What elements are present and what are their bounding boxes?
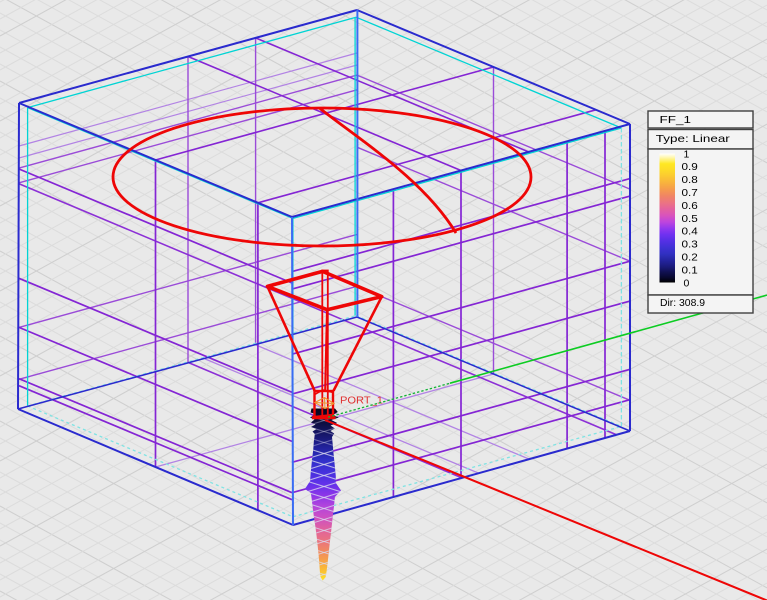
svg-text:PORT_1: PORT_1	[340, 395, 383, 407]
svg-text:0: 0	[684, 277, 690, 289]
svg-text:Dir: 308.9: Dir: 308.9	[660, 297, 705, 309]
svg-text:0.8: 0.8	[682, 174, 698, 186]
svg-text:0.7: 0.7	[682, 187, 698, 199]
svg-text:0.3: 0.3	[682, 239, 698, 251]
svg-text:0.5: 0.5	[682, 213, 698, 225]
svg-text:0.4: 0.4	[682, 226, 698, 238]
svg-text:Type: Linear: Type: Linear	[656, 133, 731, 145]
svg-text:1: 1	[684, 148, 690, 160]
svg-text:0.6: 0.6	[682, 200, 698, 212]
svg-text:0.9: 0.9	[682, 161, 698, 173]
svg-text:FF_1: FF_1	[660, 114, 692, 126]
svg-text:0.2: 0.2	[682, 252, 698, 264]
svg-text:0.1: 0.1	[682, 264, 698, 276]
